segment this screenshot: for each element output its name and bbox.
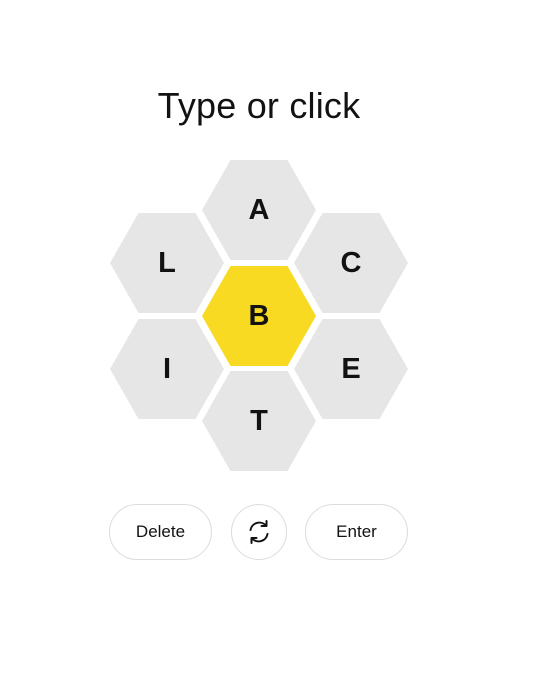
hex-letter: I	[162, 352, 172, 385]
hex-cell-top[interactable]: A	[202, 160, 316, 260]
hex-cell-center[interactable]: B	[202, 266, 316, 366]
hex-cell-upper-right[interactable]: C	[294, 213, 408, 313]
shuffle-button[interactable]	[231, 504, 287, 560]
enter-button[interactable]: Enter	[305, 504, 408, 560]
center-letter: B	[248, 299, 270, 332]
shuffle-icon	[245, 518, 273, 546]
hex-cell-lower-left[interactable]: I	[110, 319, 224, 419]
hex-letter: E	[341, 352, 361, 385]
hex-cell-lower-right[interactable]: E	[294, 319, 408, 419]
hex-letter: C	[340, 246, 362, 279]
hex-cell-bottom[interactable]: T	[202, 371, 316, 471]
hex-letter: L	[158, 246, 176, 279]
hex-cell-upper-left[interactable]: L	[110, 213, 224, 313]
delete-button[interactable]: Delete	[109, 504, 212, 560]
hex-letter: T	[250, 404, 268, 437]
instruction-prompt: Type or click	[157, 85, 361, 126]
hex-letter: A	[248, 193, 270, 226]
